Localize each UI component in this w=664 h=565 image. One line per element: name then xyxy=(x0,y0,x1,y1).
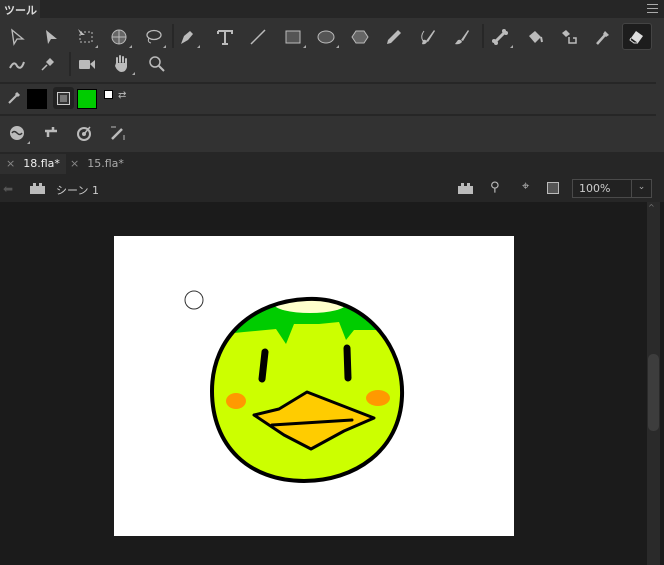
tab-18-fla[interactable]: × 18.fla* xyxy=(0,154,66,174)
fill-color-swatch[interactable] xyxy=(77,89,97,109)
panel-menu-icon[interactable] xyxy=(647,4,658,13)
brush-tool-icon[interactable] xyxy=(448,25,476,49)
stage-canvas[interactable] xyxy=(114,236,514,536)
close-tab-icon[interactable]: × xyxy=(70,157,79,170)
faucet-icon[interactable] xyxy=(37,121,65,145)
pen-tool-icon[interactable] xyxy=(173,25,201,49)
selection-tool-icon[interactable] xyxy=(3,25,31,49)
width-tool-icon[interactable] xyxy=(3,52,31,76)
camera-tool-icon[interactable] xyxy=(73,52,101,76)
paint-bucket-tool-icon[interactable] xyxy=(521,25,549,49)
ink-bottle-tool-icon[interactable] xyxy=(555,25,583,49)
zoom-tool-icon[interactable] xyxy=(143,52,171,76)
right-cheek xyxy=(366,390,390,406)
oval-tool-icon[interactable] xyxy=(312,25,340,49)
panel-tab-tools[interactable]: ツール xyxy=(0,0,40,18)
document-tabs: × 18.fla* × 15.fla* xyxy=(0,152,664,176)
fill-color-icon xyxy=(53,87,74,109)
scene-clapper-icon xyxy=(30,183,45,194)
edit-symbols-icon[interactable]: ⚲ xyxy=(490,180,500,195)
clip-content-icon[interactable] xyxy=(547,182,559,194)
default-colors-icon[interactable] xyxy=(104,90,113,99)
free-transform-tool-icon[interactable] xyxy=(71,25,99,49)
edit-scene-icon[interactable] xyxy=(458,183,473,194)
eyedropper-tool-icon[interactable] xyxy=(589,25,617,49)
left-cheek xyxy=(226,393,246,409)
paint-brush-tool-icon[interactable] xyxy=(414,25,442,49)
eraser-mode-icon[interactable] xyxy=(3,121,31,145)
polystar-tool-icon[interactable] xyxy=(346,25,374,49)
close-tab-icon[interactable]: × xyxy=(6,157,15,170)
back-arrow-icon[interactable]: ⬅ xyxy=(3,182,13,196)
scrollbar-thumb[interactable] xyxy=(648,354,659,431)
text-tool-icon[interactable] xyxy=(211,25,239,49)
eraser-tool-icon[interactable] xyxy=(622,23,652,50)
scroll-up-icon[interactable]: ^ xyxy=(648,203,655,212)
rectangle-tool-icon[interactable] xyxy=(279,25,307,49)
chevron-down-icon[interactable]: ⌄ xyxy=(631,180,651,197)
swap-colors-icon[interactable]: ⇄ xyxy=(118,90,126,101)
asset-warp-tool-icon[interactable] xyxy=(34,52,62,76)
bone-tool-icon[interactable] xyxy=(486,25,514,49)
line-tool-icon[interactable] xyxy=(244,25,272,49)
lasso-tool-icon[interactable] xyxy=(139,25,167,49)
pencil-tool-icon[interactable] xyxy=(380,25,408,49)
eraser-target-icon[interactable] xyxy=(70,121,98,145)
scene-label[interactable]: シーン 1 xyxy=(56,182,99,198)
subselection-tool-icon[interactable] xyxy=(37,25,65,49)
zoom-select[interactable]: 100% ⌄ xyxy=(572,179,652,198)
tab-15-fla[interactable]: × 15.fla* xyxy=(64,154,130,174)
zoom-value: 100% xyxy=(579,182,611,195)
edit-bar: ⬅ シーン 1 ⚲ ⌖ xyxy=(0,176,664,202)
hand-tool-icon[interactable] xyxy=(108,52,136,76)
kappa-drawing xyxy=(184,290,405,484)
stroke-color-swatch[interactable] xyxy=(27,89,47,109)
3d-rotation-tool-icon[interactable] xyxy=(105,25,133,49)
stroke-color-pencil-icon xyxy=(0,86,28,110)
tools-panel: ツール ⇄ xyxy=(0,0,664,152)
panel-header xyxy=(0,0,664,18)
eraser-shape-icon[interactable] xyxy=(104,121,132,145)
eraser-cursor xyxy=(184,290,204,310)
center-stage-icon[interactable]: ⌖ xyxy=(522,179,529,194)
